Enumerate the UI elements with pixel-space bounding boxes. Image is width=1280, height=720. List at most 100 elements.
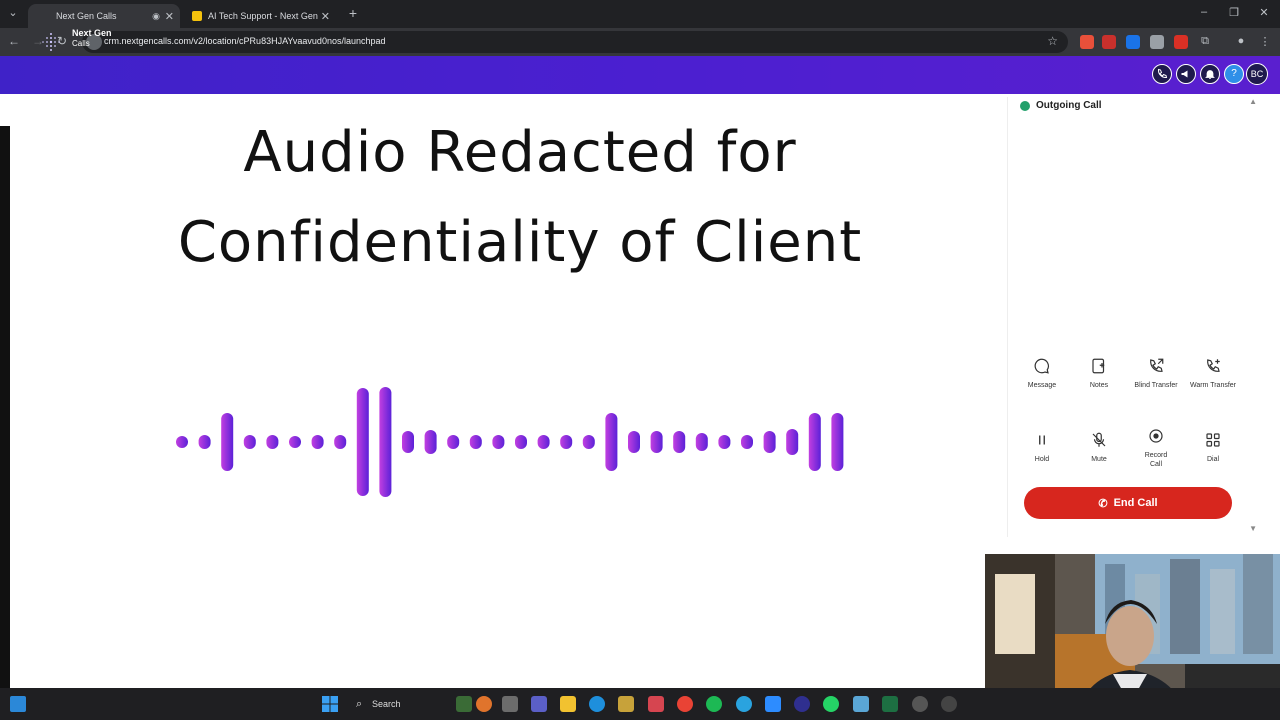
- mic-off-icon: [1092, 432, 1106, 447]
- edge-icon[interactable]: [589, 696, 605, 712]
- waveform-bar: [311, 435, 324, 449]
- file-explorer-icon[interactable]: [560, 696, 576, 712]
- notepad-icon[interactable]: [853, 696, 869, 712]
- spotify-icon[interactable]: [706, 696, 722, 712]
- extension-icon[interactable]: [1174, 35, 1188, 49]
- user-avatar[interactable]: BC: [1246, 63, 1268, 85]
- minimize-icon[interactable]: –: [1196, 6, 1212, 18]
- taskbar-app-icon[interactable]: [648, 696, 664, 712]
- waveform-bar: [582, 435, 595, 449]
- url-field[interactable]: crm.nextgencalls.com/v2/location/cPRu83H…: [82, 31, 1068, 53]
- widgets-icon[interactable]: [10, 696, 26, 712]
- adblock-extension-icon[interactable]: [1102, 35, 1116, 49]
- profile-icon[interactable]: ●: [1234, 35, 1248, 49]
- taskbar-app-icon[interactable]: [476, 696, 492, 712]
- logo-text-line1: Next Gen: [72, 28, 112, 38]
- waveform-bar: [221, 413, 234, 471]
- address-bar-row: ← → ↻ crm.nextgencalls.com/v2/location/c…: [0, 28, 1280, 56]
- phone-button[interactable]: [1152, 64, 1172, 84]
- taskbar-app-icon[interactable]: [794, 696, 810, 712]
- waveform-bar: [198, 435, 211, 449]
- blind-transfer-icon: [1150, 358, 1164, 372]
- waveform-bar: [808, 413, 821, 471]
- telegram-icon[interactable]: [736, 696, 752, 712]
- collapse-panel-icon[interactable]: ▲: [1249, 97, 1257, 106]
- waveform-bar: [515, 435, 527, 449]
- call-panel: Outgoing Call ▲ Message Notes Blind Tran…: [1007, 97, 1273, 537]
- dialpad-icon: [1206, 433, 1220, 447]
- megaphone-icon: [1181, 70, 1188, 78]
- waveform-bar: [424, 430, 437, 454]
- task-view-icon[interactable]: [502, 696, 518, 712]
- record-call-button[interactable]: Record Call: [1128, 427, 1184, 469]
- chrome-icon[interactable]: [677, 696, 693, 712]
- hold-button[interactable]: Hold: [1014, 431, 1070, 464]
- media-player-icon[interactable]: [941, 696, 957, 712]
- close-tab-icon[interactable]: ✕: [321, 10, 330, 23]
- windows-start-icon[interactable]: [322, 696, 338, 712]
- mute-button[interactable]: Mute: [1071, 431, 1127, 464]
- waveform-bar: [831, 413, 844, 471]
- end-call-label: End Call: [1113, 497, 1158, 509]
- announcements-button[interactable]: [1176, 64, 1196, 84]
- taskbar-search[interactable]: ⌕ Search: [350, 693, 450, 715]
- browser-tab-ai-tech-support[interactable]: AI Tech Support - Next Gen Cal ✕: [184, 4, 336, 28]
- back-icon[interactable]: ←: [6, 34, 22, 48]
- warm-transfer-label: Warm Transfer: [1189, 382, 1237, 389]
- whatsapp-icon[interactable]: [823, 696, 839, 712]
- tab-favicon-icon: [192, 11, 202, 21]
- hold-label: Hold: [1034, 456, 1050, 463]
- record-icon: [1149, 429, 1163, 443]
- excel-icon[interactable]: [882, 696, 898, 712]
- warm-transfer-button[interactable]: Warm Transfer: [1185, 357, 1241, 390]
- extension-icon[interactable]: [1126, 35, 1140, 49]
- headline-line1: Audio Redacted for: [243, 120, 797, 185]
- waveform-bar: [243, 435, 256, 449]
- call-status-icon: [1020, 101, 1030, 111]
- app-logo[interactable]: Next Gen Calls: [40, 28, 130, 54]
- waveform-bar: [492, 435, 505, 449]
- dial-button[interactable]: Dial: [1185, 431, 1241, 464]
- waveform-bar: [334, 435, 347, 449]
- dial-label: Dial: [1206, 456, 1220, 463]
- taskbar-app-icon[interactable]: [912, 696, 928, 712]
- browser-tab-strip: ⌄ Next Gen Calls ◉ ✕ AI Tech Support - N…: [0, 0, 1280, 28]
- avatar-initials: BC: [1250, 69, 1264, 79]
- blind-transfer-button[interactable]: Blind Transfer: [1128, 357, 1184, 390]
- tab-search-icon[interactable]: ⌄: [6, 6, 20, 20]
- audio-waveform: [176, 387, 844, 497]
- close-tab-icon[interactable]: ✕: [165, 10, 174, 23]
- waveform-bar: [650, 431, 663, 453]
- notes-button[interactable]: Notes: [1071, 357, 1127, 390]
- restore-icon[interactable]: ❐: [1226, 6, 1242, 19]
- waveform-bar: [560, 435, 573, 449]
- tab-title: AI Tech Support - Next Gen Cal: [208, 11, 318, 21]
- tab-title: Next Gen Calls: [56, 11, 117, 21]
- extension-icon[interactable]: [1150, 35, 1164, 49]
- new-tab-button[interactable]: +: [346, 6, 360, 20]
- browser-tab-next-gen-calls[interactable]: Next Gen Calls ◉ ✕: [28, 4, 180, 28]
- extensions-puzzle-icon[interactable]: ⧉: [1198, 35, 1212, 49]
- search-icon: ⌕: [356, 698, 363, 710]
- extension-icon[interactable]: [1080, 35, 1094, 49]
- logo-mark-icon: [42, 33, 60, 51]
- close-window-icon[interactable]: ✕: [1256, 6, 1272, 19]
- waveform-bar: [763, 431, 776, 453]
- recording-indicator-icon: ◉: [152, 10, 160, 21]
- waveform-bar: [447, 435, 460, 449]
- taskbar-app-icon[interactable]: [456, 696, 472, 712]
- zoom-icon[interactable]: [765, 696, 781, 712]
- message-button[interactable]: Message: [1014, 357, 1070, 390]
- end-call-button[interactable]: ✆ End Call: [1024, 487, 1232, 519]
- store-icon[interactable]: [618, 696, 634, 712]
- help-button[interactable]: ?: [1224, 64, 1244, 84]
- browser-menu-icon[interactable]: ⋮: [1258, 35, 1272, 49]
- scroll-down-icon[interactable]: ▼: [1249, 524, 1257, 533]
- waveform-bar: [379, 387, 392, 497]
- mute-label: Mute: [1091, 456, 1107, 463]
- bell-icon: [1205, 70, 1215, 79]
- teams-icon[interactable]: [531, 696, 547, 712]
- notifications-button[interactable]: [1200, 64, 1220, 84]
- search-label: Search: [372, 699, 401, 709]
- bookmark-star-icon[interactable]: ☆: [1047, 34, 1058, 48]
